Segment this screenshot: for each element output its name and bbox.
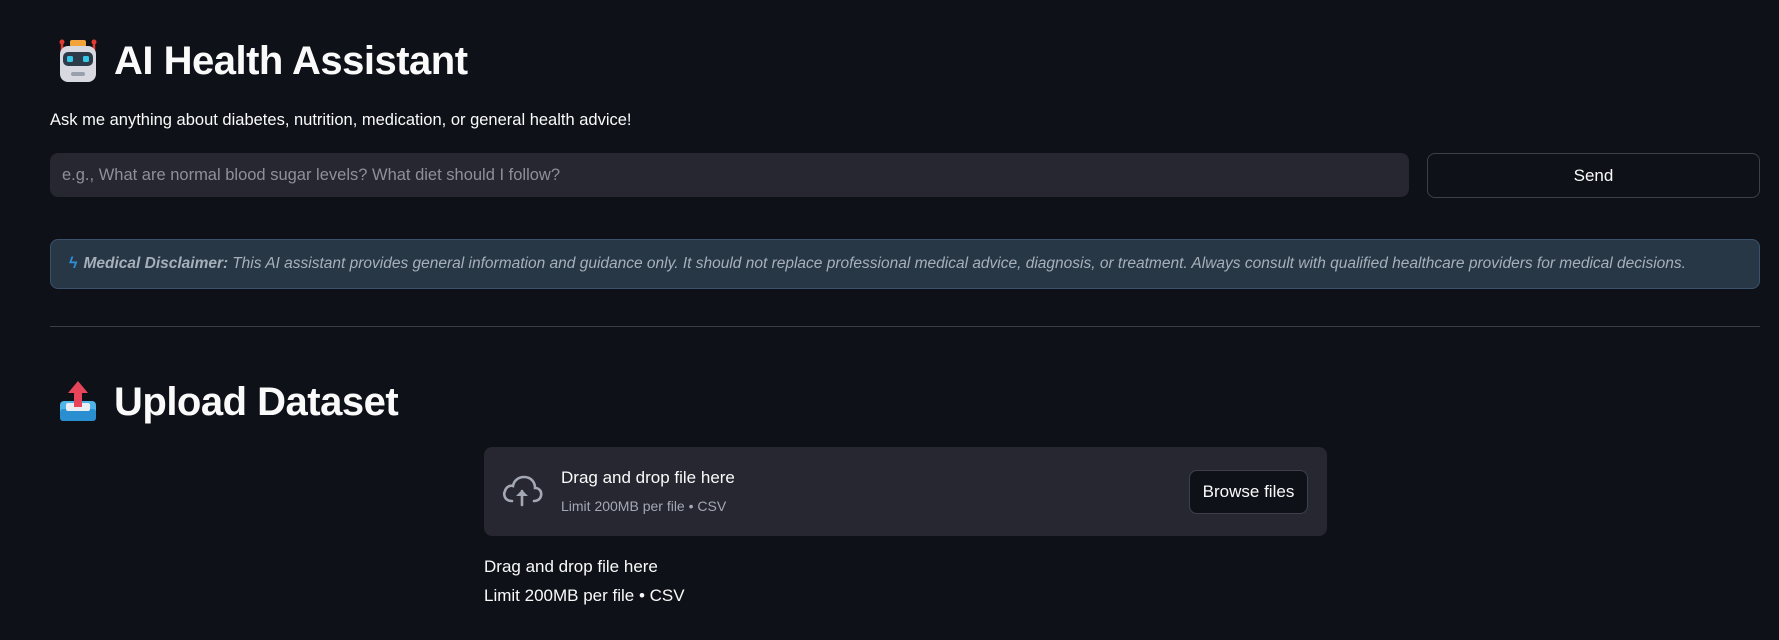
upload-section-header: Upload Dataset xyxy=(56,379,399,425)
upload-instructions-limit: Limit 200MB per file • CSV xyxy=(484,586,685,605)
page-title: AI Health Assistant xyxy=(114,38,468,83)
page-subtitle: Ask me anything about diabetes, nutritio… xyxy=(50,111,632,129)
lightning-bolt-icon: ϟ xyxy=(69,255,78,272)
robot-face-icon xyxy=(59,39,97,82)
browse-files-button[interactable]: Browse files xyxy=(1189,470,1308,514)
page-header: AI Health Assistant xyxy=(56,38,468,84)
send-button[interactable]: Send xyxy=(1427,153,1760,198)
dropzone-title: Drag and drop file here xyxy=(561,468,735,487)
file-dropzone[interactable]: Drag and drop file here Limit 200MB per … xyxy=(484,447,1327,536)
disclaimer-label: Medical Disclaimer: xyxy=(83,255,229,272)
cloud-upload-icon xyxy=(502,475,543,507)
question-input[interactable] xyxy=(50,153,1409,197)
section-divider xyxy=(50,326,1760,327)
upload-section-title: Upload Dataset xyxy=(114,379,399,424)
dropzone-subtitle: Limit 200MB per file • CSV xyxy=(561,498,727,514)
outbox-tray-icon xyxy=(60,381,96,421)
medical-disclaimer-banner: ϟ Medical Disclaimer: This AI assistant … xyxy=(50,239,1760,289)
disclaimer-text: This AI assistant provides general infor… xyxy=(232,255,1686,272)
upload-instructions-title: Drag and drop file here xyxy=(484,557,658,576)
